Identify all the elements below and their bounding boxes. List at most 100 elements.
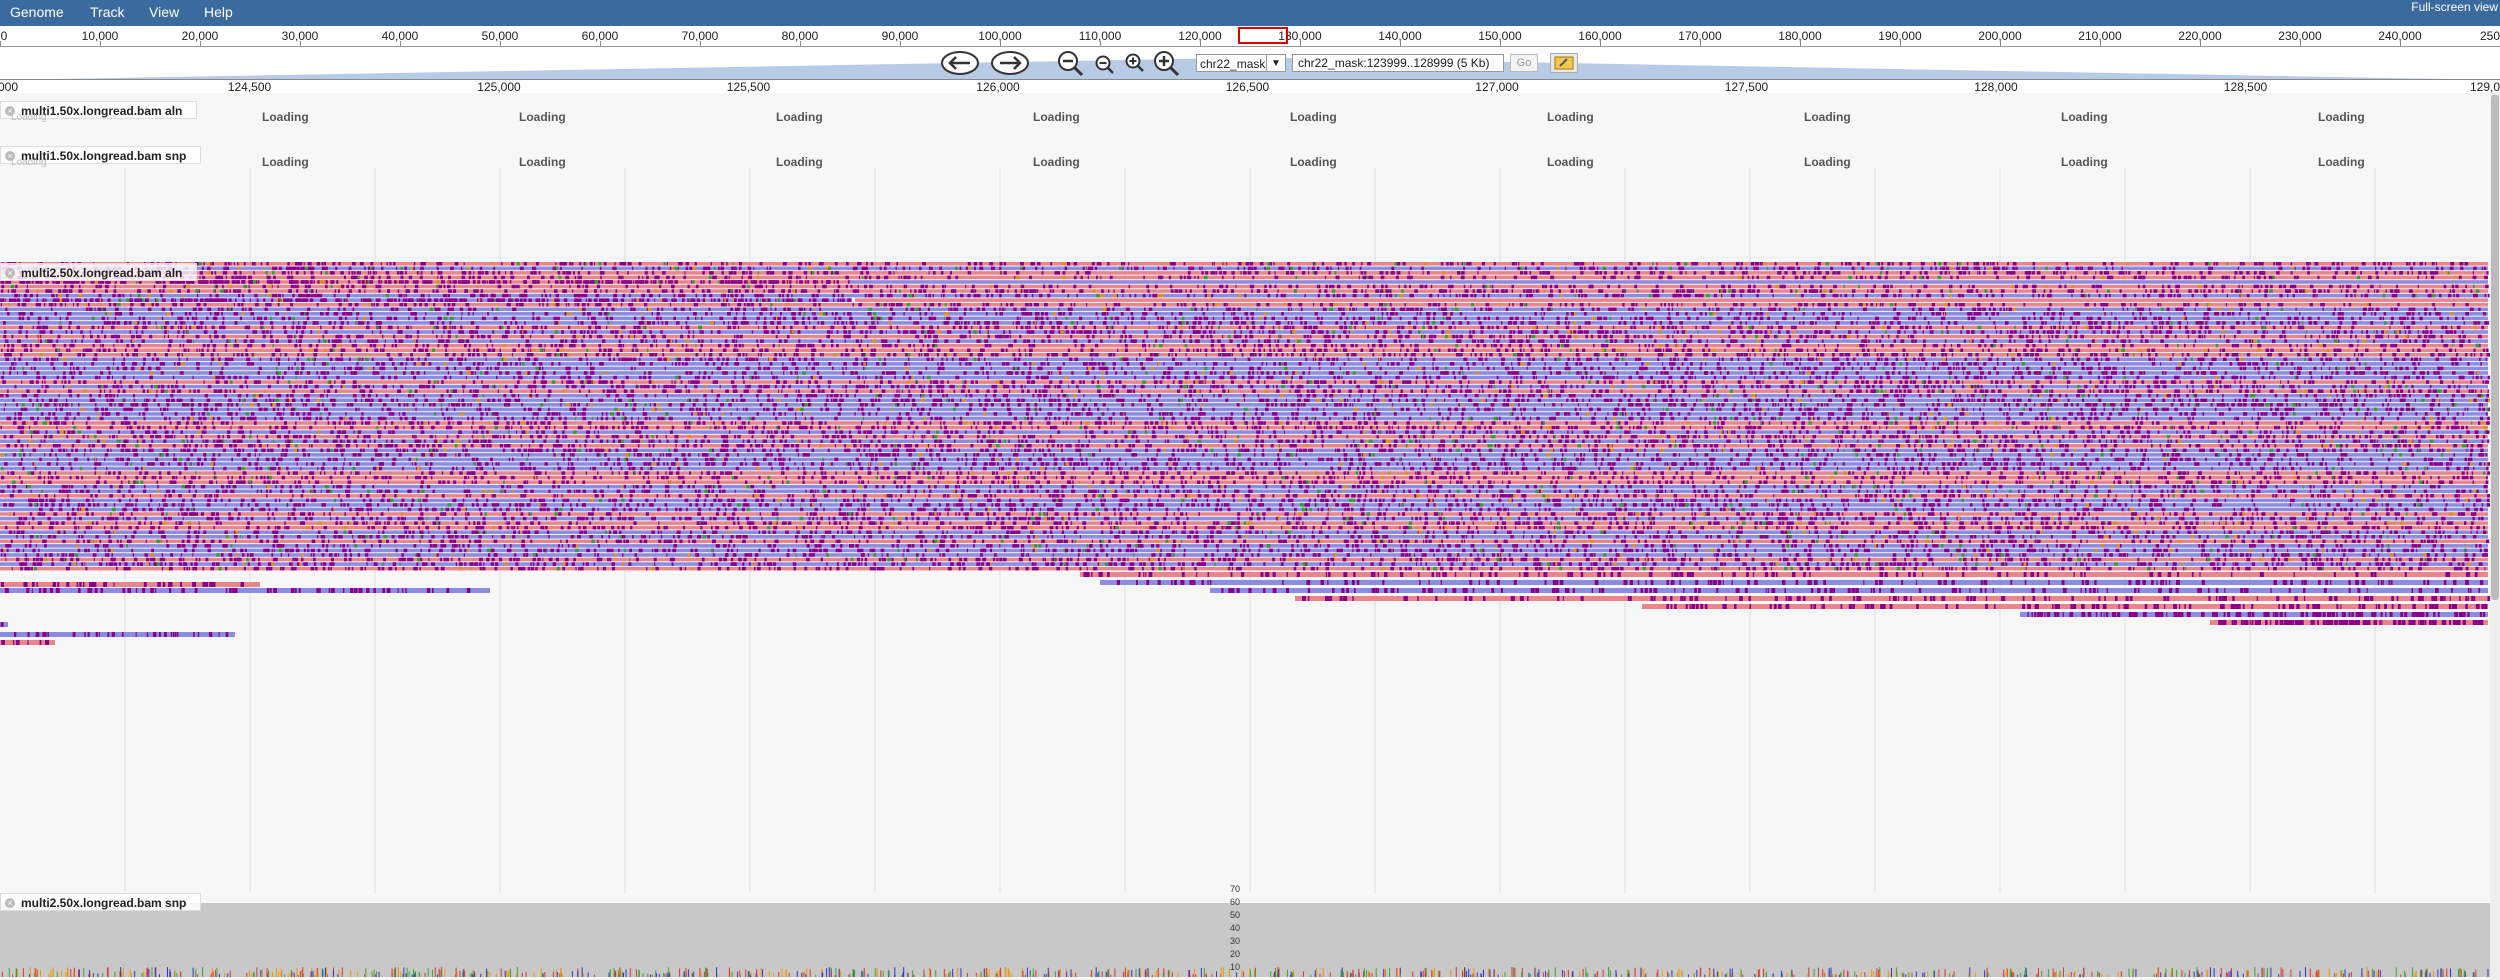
mismatch-mark (1721, 267, 1724, 271)
mismatch-mark (2225, 276, 2228, 280)
mismatch-mark (1180, 276, 1183, 280)
mismatch-mark (880, 267, 882, 271)
mismatch-mark (194, 321, 196, 325)
menu-track[interactable]: Track (90, 4, 124, 20)
mismatch-mark (2123, 294, 2127, 298)
mismatch-mark (1803, 321, 1805, 325)
mismatch-mark (2049, 303, 2052, 307)
mismatch-mark (1288, 308, 1290, 312)
mismatch-mark (1420, 308, 1422, 312)
mismatch-mark (1052, 289, 1054, 293)
mismatch-mark (876, 303, 879, 307)
mismatch-mark (2063, 312, 2065, 316)
pan-right-icon[interactable] (990, 50, 1030, 79)
mismatch-mark (1301, 303, 1302, 307)
mismatch-mark (1610, 317, 1611, 321)
zoom-out-icon[interactable] (1094, 54, 1116, 79)
mismatch-mark (730, 308, 732, 312)
mismatch-mark (1746, 312, 1748, 316)
mismatch-mark (334, 321, 336, 325)
mismatch-mark (878, 276, 881, 280)
mismatch-mark (2000, 308, 2001, 312)
mismatch-mark (932, 317, 936, 321)
mismatch-mark (856, 289, 859, 293)
track-container[interactable]: × multi1.50x.longread.bam aln Loading × … (0, 93, 2490, 980)
zoom-in-large-icon[interactable] (1152, 50, 1182, 81)
highlight-button[interactable] (1550, 53, 1578, 73)
menu-genome[interactable]: Genome (10, 4, 64, 20)
zoom-in-icon[interactable] (1124, 52, 1146, 77)
mismatch-mark (947, 312, 949, 316)
mismatch-mark (2412, 308, 2415, 312)
mismatch-mark (1957, 262, 1959, 266)
mismatch-mark (155, 303, 159, 307)
mismatch-mark (1029, 276, 1032, 280)
mismatch-mark (1395, 294, 1397, 298)
mismatch-mark (561, 280, 562, 284)
overview-viewport-highlight[interactable] (1238, 27, 1288, 44)
mismatch-mark (170, 308, 172, 312)
mismatch-mark (1810, 285, 1813, 289)
go-button[interactable]: Go (1510, 54, 1538, 72)
mismatch-mark (1976, 267, 1980, 271)
mismatch-mark (2473, 271, 2474, 275)
mismatch-mark (357, 271, 360, 275)
mismatch-mark (1274, 285, 1276, 289)
mismatch-mark (222, 285, 224, 289)
mismatch-mark (1984, 267, 1985, 271)
overview-tick-mark (2000, 41, 2001, 46)
mismatch-mark (2368, 308, 2371, 312)
mismatch-mark (364, 289, 365, 293)
mismatch-mark (325, 285, 328, 289)
chromosome-select[interactable]: chr22_mask ▼ (1196, 54, 1286, 72)
mismatch-mark (1780, 285, 1782, 289)
menu-help[interactable]: Help (204, 4, 233, 20)
mismatch-mark (1121, 289, 1124, 293)
mismatch-mark (352, 262, 356, 266)
mismatch-mark (631, 289, 634, 293)
location-input[interactable]: chr22_mask:123999..128999 (5 Kb) (1292, 54, 1504, 72)
mismatch-mark (465, 271, 466, 275)
mismatch-mark (2264, 276, 2266, 280)
mismatch-mark (2376, 308, 2380, 312)
mismatch-mark (210, 262, 211, 266)
mismatch-mark (635, 298, 637, 302)
mismatch-mark (734, 317, 737, 321)
mismatch-mark (393, 262, 395, 266)
mismatch-mark (735, 294, 738, 298)
mismatch-mark (747, 285, 750, 289)
mismatch-mark (1255, 271, 1259, 275)
mismatch-mark (1734, 267, 1737, 271)
mismatch-mark (1391, 308, 1395, 312)
mismatch-mark (1484, 317, 1487, 321)
zoom-out-large-icon[interactable] (1056, 50, 1086, 81)
mismatch-mark (1768, 285, 1772, 289)
fullscreen-link[interactable]: Full-screen view (2411, 0, 2498, 14)
mismatch-mark (2410, 267, 2413, 271)
mismatch-mark (2211, 267, 2213, 271)
menu-view[interactable]: View (149, 4, 179, 20)
pan-left-icon[interactable] (940, 50, 980, 79)
mismatch-mark (1549, 303, 1553, 307)
mismatch-mark (157, 317, 158, 321)
mismatch-mark (408, 298, 410, 302)
mismatch-mark (480, 298, 482, 302)
mismatch-mark (282, 298, 283, 302)
mismatch-mark (1356, 308, 1357, 312)
mismatch-mark (657, 312, 659, 316)
mismatch-mark (1740, 303, 1744, 307)
mismatch-mark (1426, 312, 1429, 316)
mismatch-mark (478, 276, 481, 280)
mismatch-mark (2070, 317, 2073, 321)
mismatch-mark (1901, 294, 1902, 298)
mismatch-mark (1798, 308, 1799, 312)
mismatch-mark (692, 280, 694, 284)
mismatch-mark (208, 308, 211, 312)
mismatch-mark (2032, 271, 2035, 275)
mismatch-mark (1885, 294, 1888, 298)
mismatch-mark (1939, 308, 1941, 312)
mismatch-mark (759, 303, 761, 307)
mismatch-mark (390, 317, 392, 321)
mismatch-mark (1233, 317, 1235, 321)
mismatch-mark (1053, 312, 1055, 316)
